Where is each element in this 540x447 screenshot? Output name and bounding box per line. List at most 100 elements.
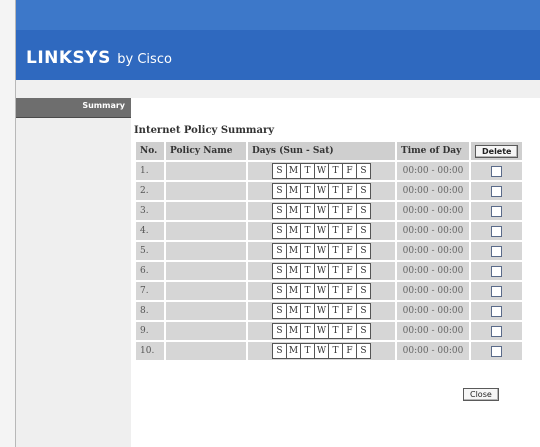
day-selector: SMTWTFS [272,323,371,339]
day-box[interactable]: T [328,243,343,259]
day-box[interactable]: T [300,323,315,339]
day-box[interactable]: F [342,243,357,259]
day-box[interactable]: W [314,223,329,239]
delete-checkbox[interactable] [491,325,503,337]
day-box[interactable]: S [272,163,287,179]
day-box[interactable]: F [342,343,357,359]
policy-name-cell[interactable] [166,342,246,360]
day-box[interactable]: S [356,183,371,199]
delete-checkbox[interactable] [491,185,503,197]
day-box[interactable]: T [300,263,315,279]
policy-name-cell[interactable] [166,202,246,220]
day-box[interactable]: T [328,323,343,339]
day-box[interactable]: T [300,183,315,199]
day-box[interactable]: W [314,263,329,279]
day-box[interactable]: S [272,243,287,259]
day-box[interactable]: S [356,303,371,319]
day-box[interactable]: F [342,163,357,179]
day-box[interactable]: S [272,343,287,359]
day-box[interactable]: S [356,243,371,259]
day-box[interactable]: S [272,203,287,219]
row-number: 5. [136,242,164,260]
day-box[interactable]: T [300,283,315,299]
delete-cell [471,242,523,260]
day-box[interactable]: F [342,303,357,319]
day-box[interactable]: M [286,223,301,239]
close-button[interactable]: Close [463,388,499,401]
day-box[interactable]: M [286,343,301,359]
day-box[interactable]: S [356,203,371,219]
delete-checkbox[interactable] [491,345,503,357]
day-box[interactable]: T [328,183,343,199]
day-box[interactable]: S [272,323,287,339]
day-box[interactable]: W [314,303,329,319]
delete-checkbox[interactable] [491,165,503,177]
policy-name-cell[interactable] [166,222,246,240]
policy-name-cell[interactable] [166,242,246,260]
policy-name-cell[interactable] [166,162,246,180]
day-box[interactable]: S [356,163,371,179]
day-box[interactable]: W [314,203,329,219]
day-box[interactable]: M [286,303,301,319]
day-box[interactable]: T [300,223,315,239]
day-box[interactable]: M [286,243,301,259]
day-box[interactable]: M [286,263,301,279]
day-box[interactable]: T [328,343,343,359]
day-box[interactable]: T [300,203,315,219]
day-box[interactable]: T [300,343,315,359]
policy-name-cell[interactable] [166,262,246,280]
day-box[interactable]: S [272,223,287,239]
policy-name-cell[interactable] [166,182,246,200]
day-box[interactable]: T [328,203,343,219]
day-box[interactable]: F [342,283,357,299]
delete-checkbox[interactable] [491,305,503,317]
day-box[interactable]: S [356,263,371,279]
table-row: 5. S M T W T F S 00:00 - 00:00 [136,242,523,260]
day-box[interactable]: S [272,183,287,199]
day-box[interactable]: W [314,283,329,299]
table-row: 8. S M T W T F S 00:00 - 00:00 [136,302,523,320]
day-box[interactable]: S [356,223,371,239]
delete-button[interactable]: Delete [475,144,519,158]
day-box[interactable]: M [286,163,301,179]
day-selector: SMTWTFS [272,163,371,179]
day-box[interactable]: T [328,163,343,179]
day-box[interactable]: T [300,163,315,179]
day-box[interactable]: W [314,163,329,179]
day-box[interactable]: W [314,243,329,259]
day-box[interactable]: M [286,183,301,199]
day-box[interactable]: M [286,283,301,299]
day-box[interactable]: W [314,183,329,199]
day-box[interactable]: T [328,263,343,279]
policy-name-cell[interactable] [166,302,246,320]
delete-checkbox[interactable] [491,265,503,277]
day-box[interactable]: F [342,263,357,279]
day-box[interactable]: F [342,203,357,219]
day-box[interactable]: W [314,343,329,359]
day-box[interactable]: W [314,323,329,339]
day-box[interactable]: T [328,223,343,239]
delete-checkbox[interactable] [491,225,503,237]
day-box[interactable]: F [342,183,357,199]
day-box[interactable]: T [300,243,315,259]
day-box[interactable]: T [300,303,315,319]
day-box[interactable]: M [286,323,301,339]
day-box[interactable]: S [356,343,371,359]
policy-name-cell[interactable] [166,322,246,340]
day-box[interactable]: F [342,223,357,239]
delete-checkbox[interactable] [491,285,503,297]
day-box[interactable]: T [328,303,343,319]
day-box[interactable]: S [272,263,287,279]
day-box[interactable]: M [286,203,301,219]
day-box[interactable]: F [342,323,357,339]
day-box[interactable]: S [356,283,371,299]
delete-checkbox[interactable] [491,245,503,257]
day-box[interactable]: T [328,283,343,299]
day-box[interactable]: S [356,323,371,339]
delete-checkbox[interactable] [491,205,503,217]
day-box[interactable]: S [272,283,287,299]
day-selector: SMTWTFS [272,183,371,199]
sidebar-tab-summary[interactable]: Summary [16,98,131,118]
day-box[interactable]: S [272,303,287,319]
policy-name-cell[interactable] [166,282,246,300]
